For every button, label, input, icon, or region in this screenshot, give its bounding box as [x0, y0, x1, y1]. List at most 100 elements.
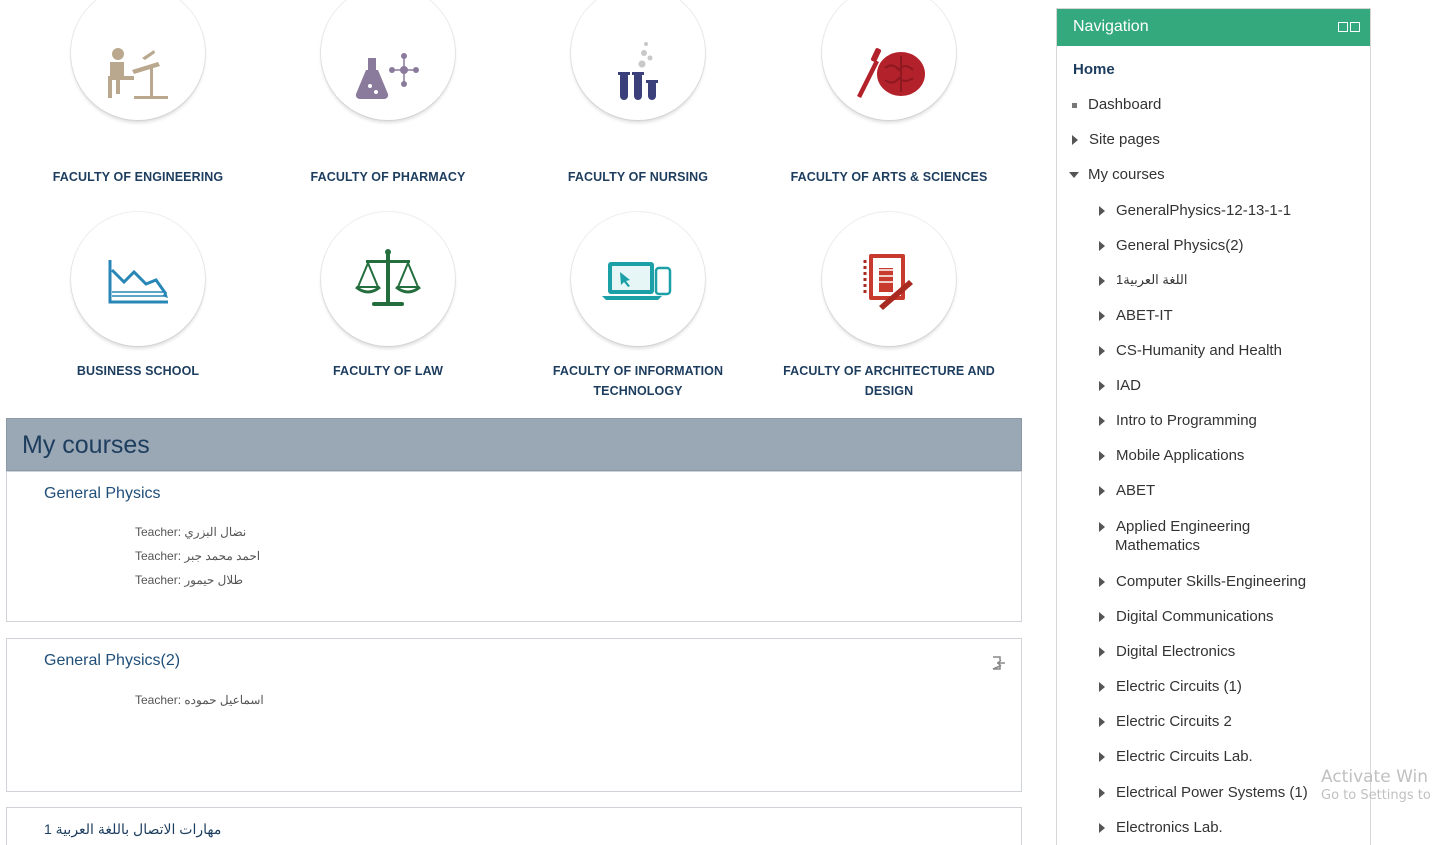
course-card: مهارات الاتصال باللغة العربية 1	[6, 807, 1022, 845]
teacher-line: Teacher: احمد محمد جبر	[135, 549, 260, 563]
nav-item-label: Digital Communications	[1116, 608, 1274, 625]
nav-item-label: Electric Circuits (1)	[1116, 678, 1242, 695]
collapse-block-icon[interactable]	[1338, 22, 1348, 32]
expand-arrow-icon	[1099, 788, 1105, 799]
faculty-icon-circle[interactable]	[571, 0, 705, 120]
nav-course-item[interactable]: Digital Communications	[1099, 608, 1274, 625]
nav-item-label: ABET-IT	[1116, 307, 1173, 324]
faculty-name[interactable]: FACULTY OF ARTS & SCIENCES	[764, 167, 1014, 187]
teacher-line: Teacher: طلال حيمور	[135, 573, 243, 587]
nav-course-item[interactable]: اللغة العربية1	[1099, 272, 1188, 288]
nav-course-item[interactable]: Electric Circuits 2	[1099, 713, 1232, 730]
faculty-icon-circle[interactable]	[321, 212, 455, 346]
expand-arrow-icon	[1099, 416, 1105, 427]
expand-arrow-icon	[1099, 275, 1105, 286]
unenrol-icon[interactable]	[991, 655, 1007, 671]
faculty-name[interactable]: FACULTY OF NURSING	[513, 167, 763, 187]
expand-arrow-icon	[1099, 717, 1105, 728]
nav-course-item[interactable]: Intro to Programming	[1099, 412, 1257, 429]
nav-item-label: Electrical Power Systems (1)	[1116, 784, 1308, 801]
nav-course-item[interactable]: Electronics Lab.	[1099, 819, 1223, 836]
expand-arrow-icon	[1099, 241, 1105, 252]
nav-item-label: اللغة العربية1	[1116, 272, 1188, 287]
faculty-name[interactable]: FACULTY OF PHARMACY	[263, 167, 513, 187]
expand-arrow-icon	[1099, 486, 1105, 497]
nav-item-label-continued[interactable]: Mathematics	[1115, 537, 1200, 554]
test-tubes-icon	[618, 42, 658, 100]
course-title-link[interactable]: مهارات الاتصال باللغة العربية 1	[44, 821, 221, 838]
nav-site-pages[interactable]: Site pages	[1072, 131, 1160, 148]
expand-arrow-icon	[1099, 451, 1105, 462]
nav-dashboard[interactable]: Dashboard	[1072, 96, 1161, 113]
teacher-name-link[interactable]: اسماعيل حموده	[184, 693, 263, 707]
faculty-icon-circle[interactable]	[822, 0, 956, 120]
nav-course-item[interactable]: General Physics(2)	[1099, 237, 1244, 254]
laptop-phone-icon	[602, 262, 672, 300]
expand-arrow-icon	[1099, 823, 1105, 834]
brush-brain-icon	[857, 48, 925, 98]
course-card: General Physics(2) Teacher: اسماعيل حمود…	[6, 638, 1022, 792]
expand-arrow-icon	[1099, 577, 1105, 588]
faculty-name[interactable]: FACULTY OF LAW	[263, 361, 513, 381]
course-title-link[interactable]: General Physics	[44, 485, 161, 503]
nav-home-link[interactable]: Home	[1073, 61, 1115, 78]
nav-course-item[interactable]: IAD	[1099, 377, 1141, 394]
faculty-name[interactable]: FACULTY OF ENGINEERING	[13, 167, 263, 187]
dock-block-icon[interactable]	[1350, 22, 1360, 32]
faculty-grid: FACULTY OF ENGINEERING FACULTY OF PHARMA…	[0, 0, 1030, 410]
nav-my-courses[interactable]: My courses	[1069, 166, 1165, 183]
nav-item-label: My courses	[1088, 166, 1165, 183]
faculty-name[interactable]: FACULTY OF ARCHITECTURE AND DESIGN	[764, 361, 1014, 401]
faculty-icon-circle[interactable]	[822, 212, 956, 346]
block-controls	[1338, 22, 1360, 32]
nav-course-item[interactable]: ABET-IT	[1099, 307, 1173, 324]
expand-arrow-icon	[1099, 647, 1105, 658]
nav-course-item[interactable]: Mobile Applications	[1099, 447, 1244, 464]
nav-item-label: ABET	[1116, 482, 1156, 499]
navigation-title: Navigation	[1073, 18, 1149, 35]
nav-item-label: Electronics Lab.	[1116, 819, 1223, 836]
teacher-label: Teacher:	[135, 693, 182, 707]
nav-course-item[interactable]: Digital Electronics	[1099, 643, 1235, 660]
nav-course-item[interactable]: CS-Humanity and Health	[1099, 342, 1282, 359]
faculty-name[interactable]: BUSINESS SCHOOL	[13, 361, 263, 381]
declining-chart-icon	[108, 260, 168, 304]
nav-item-label: Dashboard	[1088, 96, 1162, 113]
expand-arrow-icon	[1072, 135, 1078, 146]
nav-item-label: General Physics(2)	[1116, 237, 1244, 254]
nav-item-label: Digital Electronics	[1116, 643, 1236, 660]
nav-course-item[interactable]: ABET	[1099, 482, 1155, 499]
nav-item-label: IAD	[1116, 377, 1142, 394]
nav-course-item[interactable]: Computer Skills-Engineering	[1099, 573, 1306, 590]
nav-course-item[interactable]: GeneralPhysics-12-13-1-1	[1099, 202, 1291, 219]
faculty-icon-circle[interactable]	[71, 0, 205, 120]
navigation-block: Navigation Home Dashboard Site pages My …	[1056, 8, 1371, 845]
nav-item-label: Intro to Programming	[1116, 412, 1257, 429]
nav-item-label: Electric Circuits Lab.	[1116, 748, 1253, 765]
flask-molecule-icon	[355, 53, 419, 100]
nav-item-label: Electric Circuits 2	[1116, 713, 1232, 730]
nav-course-item[interactable]: Electrical Power Systems (1)	[1099, 784, 1308, 801]
expand-arrow-icon	[1099, 752, 1105, 763]
teacher-name-link[interactable]: طلال حيمور	[184, 573, 243, 587]
teacher-line: Teacher: اسماعيل حموده	[135, 693, 264, 707]
expand-arrow-icon	[1099, 206, 1105, 217]
faculty-icon-circle[interactable]	[321, 0, 455, 120]
expand-arrow-icon	[1099, 381, 1105, 392]
nav-course-item[interactable]: Electric Circuits (1)	[1099, 678, 1242, 695]
navigation-header: Navigation	[1057, 9, 1370, 46]
nav-item-label: Applied Engineering	[1116, 518, 1251, 535]
bullet-icon	[1072, 102, 1077, 108]
faculty-icon-circle[interactable]	[71, 212, 205, 346]
teacher-name-link[interactable]: احمد محمد جبر	[184, 549, 260, 563]
architecture-notebook-icon	[863, 254, 913, 310]
faculty-name[interactable]: FACULTY OF INFORMATION TECHNOLOGY	[513, 361, 763, 401]
nav-course-item[interactable]: Electric Circuits Lab.	[1099, 748, 1253, 765]
watermark-line-2: Go to Settings to	[1321, 788, 1431, 803]
expand-arrow-icon	[1099, 682, 1105, 693]
course-title-link[interactable]: General Physics(2)	[44, 652, 180, 670]
teacher-name-link[interactable]: نضال البزري	[184, 525, 246, 539]
faculty-icon-circle[interactable]	[571, 212, 705, 346]
nav-course-item[interactable]: Applied Engineering	[1099, 518, 1250, 535]
engineer-at-drafting-table-icon	[108, 48, 168, 99]
